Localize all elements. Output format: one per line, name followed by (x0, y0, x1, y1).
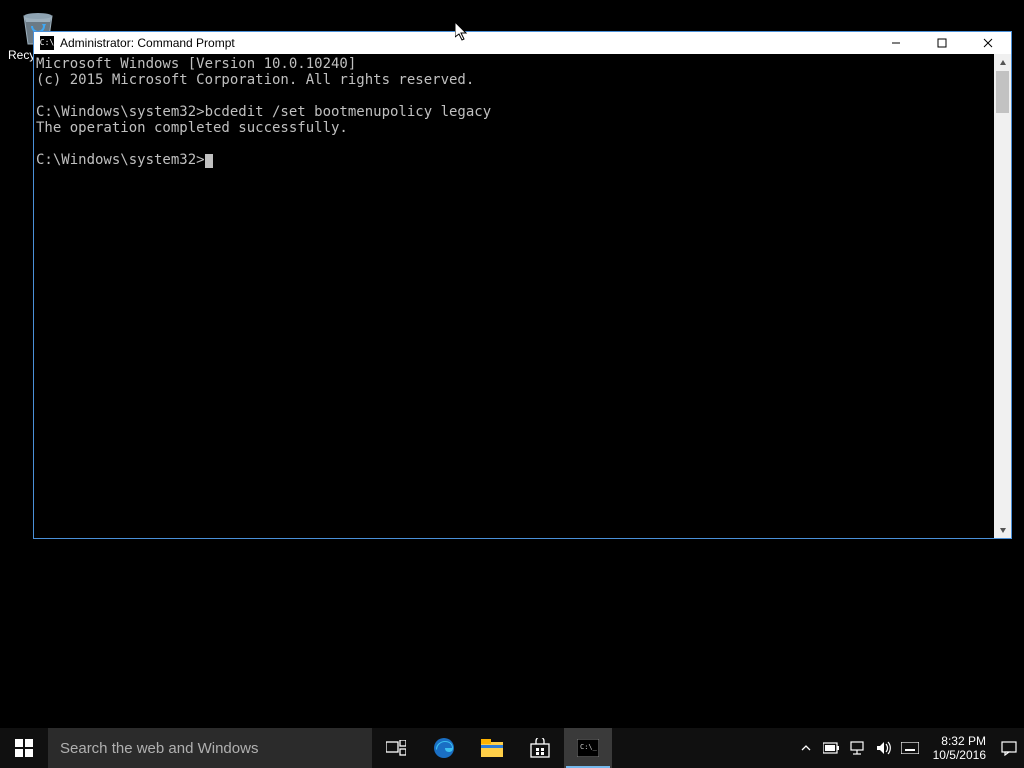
minimize-button[interactable] (873, 32, 919, 54)
terminal-output[interactable]: Microsoft Windows [Version 10.0.10240] (… (34, 54, 994, 538)
clock[interactable]: 8:32 PM 10/5/2016 (927, 734, 992, 762)
titlebar[interactable]: C:\ Administrator: Command Prompt (34, 32, 1011, 54)
vertical-scrollbar[interactable] (994, 54, 1011, 538)
close-button[interactable] (965, 32, 1011, 54)
command-prompt-task-button[interactable]: C:\_ (564, 728, 612, 768)
action-center-button[interactable] (1000, 728, 1018, 768)
start-button[interactable] (0, 728, 48, 768)
taskbar[interactable]: Search the web and Windows C (0, 728, 1024, 768)
search-input[interactable]: Search the web and Windows (48, 728, 372, 768)
command-prompt-window[interactable]: C:\ Administrator: Command Prompt Micros… (34, 32, 1011, 538)
network-icon[interactable] (849, 728, 867, 768)
scroll-down-button[interactable] (994, 521, 1011, 538)
task-view-button[interactable] (372, 728, 420, 768)
system-tray[interactable]: 8:32 PM 10/5/2016 (789, 728, 1024, 768)
svg-text:C:\_: C:\_ (580, 743, 598, 751)
clock-time: 8:32 PM (933, 734, 986, 748)
window-title: Administrator: Command Prompt (60, 36, 235, 50)
scroll-up-button[interactable] (994, 54, 1011, 71)
volume-icon[interactable] (875, 728, 893, 768)
store-button[interactable] (516, 728, 564, 768)
file-explorer-button[interactable] (468, 728, 516, 768)
tray-overflow-button[interactable] (797, 728, 815, 768)
clock-date: 10/5/2016 (933, 748, 986, 762)
cmd-icon: C:\ (40, 36, 54, 50)
scroll-thumb[interactable] (996, 71, 1009, 113)
search-placeholder: Search the web and Windows (60, 740, 258, 757)
keyboard-icon[interactable] (901, 728, 919, 768)
edge-browser-button[interactable] (420, 728, 468, 768)
battery-icon[interactable] (823, 728, 841, 768)
maximize-button[interactable] (919, 32, 965, 54)
